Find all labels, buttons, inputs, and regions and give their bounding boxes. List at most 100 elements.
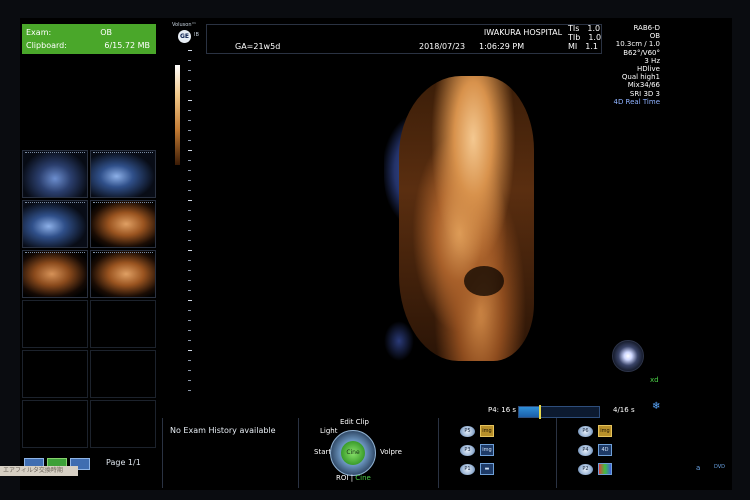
header-bar: IWAKURA HOSPITAL GA=21w5d 2018/07/23 1:0… bbox=[206, 24, 602, 54]
dial-edit-clip-label[interactable]: Edit Clip bbox=[340, 418, 369, 426]
clip-thumbnail-2[interactable] bbox=[90, 150, 156, 198]
depth-tick bbox=[188, 130, 191, 131]
depth-tick bbox=[188, 340, 191, 341]
quality-setting: Qual high1 bbox=[621, 73, 660, 82]
p1-print-icon[interactable]: ▬ bbox=[480, 463, 494, 475]
air-filter-notice: エアフィルタ交換時期 bbox=[0, 466, 78, 476]
tis-value: 1.0 bbox=[587, 24, 601, 33]
annotation-icon[interactable]: a bbox=[696, 464, 700, 472]
cine-p4-label: P4: 16 s bbox=[488, 406, 517, 414]
tis-label: TIs bbox=[568, 24, 580, 33]
p4-4d-icon[interactable]: 4D bbox=[598, 444, 612, 456]
clipboard-label: Clipboard: bbox=[26, 41, 67, 50]
trackball-dial[interactable]: Cine bbox=[330, 430, 376, 476]
angle-value: B62°/V60° bbox=[623, 48, 660, 57]
exam-time: 1:06:29 PM bbox=[479, 42, 525, 51]
divider bbox=[298, 418, 299, 488]
clipboard-thumbnails bbox=[22, 150, 156, 448]
depth-tick bbox=[188, 190, 191, 191]
p5-image-icon[interactable]: img bbox=[480, 425, 494, 437]
depth-tick bbox=[188, 90, 191, 91]
depth-tick bbox=[188, 100, 192, 101]
p6-image-icon[interactable]: img bbox=[598, 425, 612, 437]
ultrasound-screen: Exam: OB Clipboard: 6/15.72 MB Page 1/1 Vo… bbox=[20, 18, 732, 490]
clip-thumbnail-6[interactable] bbox=[90, 250, 156, 298]
render-mode: HDlive bbox=[637, 65, 660, 74]
depth-tick bbox=[188, 290, 191, 291]
depth-tick bbox=[188, 260, 191, 261]
light-source-control[interactable] bbox=[612, 340, 644, 372]
depth-tick bbox=[188, 240, 191, 241]
depth-tick bbox=[188, 250, 192, 251]
color-scale-bar bbox=[175, 65, 180, 165]
depth-tick bbox=[188, 220, 191, 221]
roi-label[interactable]: ROI bbox=[336, 474, 348, 482]
clip-thumbnail-1[interactable] bbox=[22, 150, 88, 198]
xd-icon: xd bbox=[650, 376, 659, 384]
exam-label: Exam: bbox=[26, 28, 52, 37]
preset-name: OB bbox=[649, 32, 660, 41]
depth-tick bbox=[188, 160, 191, 161]
depth-tick bbox=[188, 280, 191, 281]
depth-tick bbox=[188, 370, 191, 371]
depth-value: 10.3cm / 1.0 bbox=[615, 40, 660, 49]
fetal-face-render bbox=[399, 76, 534, 361]
depth-tick bbox=[188, 310, 191, 311]
clip-slot-empty bbox=[90, 350, 156, 398]
exam-date: 2018/07/23 bbox=[419, 42, 466, 51]
p3-button[interactable]: P3 bbox=[460, 445, 475, 456]
p6-button[interactable]: P6 bbox=[578, 426, 593, 437]
depth-tick bbox=[188, 50, 192, 51]
clip-slot-empty bbox=[90, 400, 156, 448]
depth-tick bbox=[188, 180, 191, 181]
depth-tick bbox=[188, 320, 191, 321]
gestational-age: GA=21w5d bbox=[235, 42, 281, 51]
clip-slot-empty bbox=[90, 300, 156, 348]
thermal-index-panel: TIs 1.0 TIb 1.0 MI 1.1 bbox=[568, 24, 601, 51]
clip-thumbnail-4[interactable] bbox=[90, 200, 156, 248]
exam-info-box: Exam: OB Clipboard: 6/15.72 MB bbox=[22, 24, 156, 54]
depth-tick bbox=[188, 120, 191, 121]
page-indicator: Page 1/1 bbox=[106, 458, 141, 467]
cine-progress-bar[interactable] bbox=[518, 405, 600, 419]
p3-image-icon[interactable]: img bbox=[480, 444, 494, 456]
p2-button[interactable]: P2 bbox=[578, 464, 593, 475]
render-shadow-bottom bbox=[384, 321, 414, 361]
depth-tick bbox=[188, 150, 192, 151]
exam-history-status: No Exam History available bbox=[170, 426, 276, 435]
clip-thumbnail-3[interactable] bbox=[22, 200, 88, 248]
cine-count: 4/16 s bbox=[613, 406, 635, 414]
depth-tick bbox=[188, 140, 191, 141]
dial-center-cine[interactable]: Cine bbox=[341, 441, 365, 465]
ib-label: IB bbox=[194, 32, 199, 38]
exam-value: OB bbox=[100, 28, 112, 37]
probe-name: RAB6-D bbox=[633, 24, 660, 32]
clipboard-value: 6/15.72 MB bbox=[104, 41, 150, 50]
voluson-logo: Voluson™ bbox=[172, 22, 197, 28]
dvd-icon[interactable]: DVD bbox=[714, 464, 725, 470]
depth-tick bbox=[188, 70, 191, 71]
depth-tick bbox=[188, 330, 191, 331]
freeze-icon: ❄ bbox=[652, 401, 661, 412]
depth-tick bbox=[188, 380, 191, 381]
dial-start-label[interactable]: Start bbox=[314, 448, 331, 456]
depth-tick bbox=[188, 350, 192, 351]
depth-tick bbox=[188, 170, 191, 171]
dial-light-label[interactable]: Light bbox=[320, 427, 337, 435]
depth-tick bbox=[188, 60, 191, 61]
clip-slot-empty bbox=[22, 300, 88, 348]
p4-button[interactable]: P4 bbox=[578, 445, 593, 456]
depth-scale-ticks bbox=[188, 50, 192, 391]
clip-thumbnail-5[interactable] bbox=[22, 250, 88, 298]
p2-color-icon[interactable] bbox=[598, 463, 612, 475]
sri-setting: SRI 3D 3 bbox=[629, 89, 660, 98]
divider bbox=[438, 418, 439, 488]
depth-tick bbox=[188, 210, 191, 211]
p1-button[interactable]: P1 bbox=[460, 464, 475, 475]
cine-mode-label[interactable]: Cine bbox=[355, 474, 371, 482]
scan-mode: 4D Real Time bbox=[613, 97, 660, 106]
dial-volpre-label[interactable]: Volpre bbox=[380, 448, 402, 456]
imaging-parameters: RAB6-D OB 10.3cm / 1.0 B62°/V60° 3 Hz HD… bbox=[600, 24, 660, 106]
p5-button[interactable]: P5 bbox=[460, 426, 475, 437]
depth-tick bbox=[188, 390, 191, 391]
